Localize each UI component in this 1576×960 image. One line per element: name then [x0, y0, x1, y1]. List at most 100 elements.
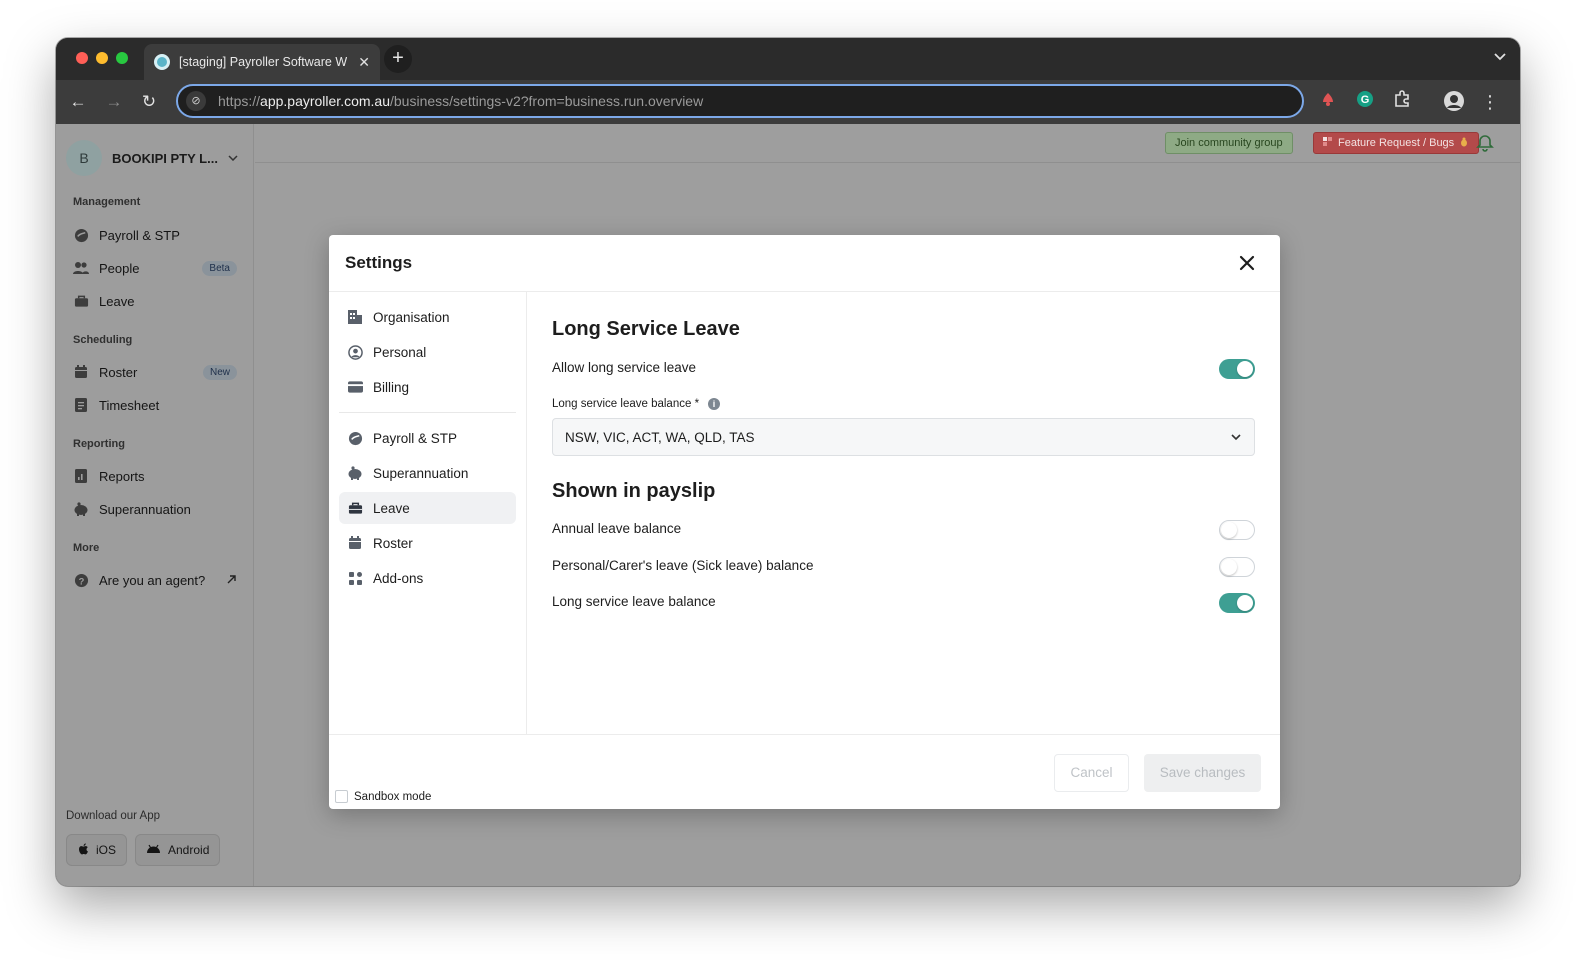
settings-modal: Settings Organisation Personal Billing P… — [329, 235, 1280, 809]
address-bar[interactable]: ⊘ https://app.payroller.com.au/business/… — [176, 84, 1304, 118]
toggle-knob — [1237, 361, 1253, 377]
android-download-button[interactable]: Android — [135, 834, 221, 866]
ios-download-button[interactable]: iOS — [66, 834, 128, 866]
beta-badge: Beta — [202, 260, 237, 276]
settings-nav-organisation[interactable]: Organisation — [339, 301, 516, 333]
sandbox-mode-option[interactable]: Sandbox mode — [335, 790, 431, 803]
briefcase-icon — [347, 500, 363, 516]
forward-arrow-icon[interactable]: → — [100, 88, 128, 116]
section-scheduling: Scheduling — [73, 334, 133, 346]
maximize-window-button[interactable] — [116, 52, 128, 64]
svg-text:G: G — [1361, 94, 1370, 106]
sandbox-checkbox[interactable] — [335, 790, 348, 803]
chevron-down-icon — [228, 152, 238, 164]
business-name: BOOKIPI PTY L... — [112, 150, 218, 166]
annual-leave-toggle[interactable] — [1219, 520, 1255, 540]
cancel-button[interactable]: Cancel — [1054, 754, 1129, 792]
settings-nav-divider — [339, 412, 516, 413]
sidebar-item-label: Roster — [99, 364, 138, 380]
sidebar-item-agent[interactable]: ? Are you an agent? — [73, 566, 237, 594]
business-avatar: B — [66, 140, 102, 176]
balance-field-label: Long service leave balance * i — [552, 398, 721, 410]
sidebar-item-superannuation[interactable]: Superannuation — [73, 495, 237, 523]
allow-long-service-toggle[interactable] — [1219, 359, 1255, 379]
profile-avatar-icon[interactable] — [1442, 90, 1466, 114]
apple-icon — [77, 842, 89, 859]
long-service-balance-select[interactable]: NSW, VIC, ACT, WA, QLD, TAS — [552, 418, 1255, 456]
settings-nav-label: Superannuation — [373, 465, 469, 481]
sidebar-item-label: People — [99, 260, 140, 276]
extensions-puzzle-icon[interactable] — [1390, 90, 1414, 114]
app-area: B BOOKIPI PTY L... Management Payroll & … — [56, 124, 1520, 886]
select-value: NSW, VIC, ACT, WA, QLD, TAS — [565, 429, 755, 445]
sidebar-item-label: Payroll & STP — [99, 227, 180, 243]
browser-menu-icon[interactable]: ⋮ — [1478, 90, 1502, 114]
section-reporting: Reporting — [73, 438, 125, 450]
tab-strip: [staging] Payroller Software W ✕ + — [56, 38, 1520, 80]
sidebar-item-people[interactable]: People Beta — [73, 254, 237, 282]
settings-nav-leave[interactable]: Leave — [339, 492, 516, 524]
timesheet-icon — [73, 397, 89, 413]
sandbox-label: Sandbox mode — [354, 790, 432, 803]
people-icon — [73, 260, 89, 276]
save-changes-button[interactable]: Save changes — [1144, 754, 1261, 792]
sidebar-item-roster[interactable]: Roster New — [73, 358, 237, 386]
user-circle-icon — [347, 344, 363, 360]
minimize-window-button[interactable] — [96, 52, 108, 64]
payslip-heading: Shown in payslip — [552, 480, 716, 502]
settings-nav-label: Billing — [373, 379, 410, 395]
report-icon — [73, 468, 89, 484]
toggle-knob — [1221, 559, 1237, 575]
personal-leave-toggle[interactable] — [1219, 557, 1255, 577]
long-service-balance-toggle[interactable] — [1219, 593, 1255, 613]
annual-leave-label: Annual leave balance — [552, 521, 682, 536]
modal-footer: Sandbox mode Cancel Save changes — [329, 734, 1280, 809]
reload-icon[interactable]: ↻ — [135, 88, 163, 116]
tab-title: [staging] Payroller Software W — [179, 55, 347, 69]
settings-nav-roster[interactable]: Roster — [339, 527, 516, 559]
settings-nav-label: Roster — [373, 535, 413, 551]
calendar-icon — [73, 364, 89, 380]
business-switcher[interactable]: B BOOKIPI PTY L... — [66, 140, 238, 176]
android-label: Android — [168, 843, 210, 857]
sidebar-item-label: Timesheet — [99, 397, 160, 413]
close-window-button[interactable] — [76, 52, 88, 64]
calendar-icon — [347, 535, 363, 551]
info-icon[interactable]: i — [708, 398, 721, 410]
grammarly-icon[interactable]: G — [1353, 90, 1377, 114]
join-community-button[interactable]: Join community group — [1165, 132, 1293, 154]
briefcase-icon — [73, 293, 89, 309]
settings-nav-addons[interactable]: Add-ons — [339, 562, 516, 594]
toggle-knob — [1237, 595, 1253, 611]
download-app-title: Download our App — [66, 810, 160, 822]
browser-tab[interactable]: [staging] Payroller Software W ✕ — [144, 44, 380, 80]
section-management: Management — [73, 196, 141, 208]
settings-nav-label: Organisation — [373, 309, 450, 325]
long-service-heading: Long Service Leave — [552, 318, 740, 340]
settings-nav-payroll[interactable]: Payroll & STP — [339, 422, 516, 454]
browser-window: [staging] Payroller Software W ✕ + ← → ↻… — [56, 38, 1520, 886]
toggle-knob — [1221, 522, 1237, 538]
topbar-divider — [255, 162, 1520, 163]
site-info-icon[interactable]: ⊘ — [186, 91, 206, 111]
sidebar-item-label: Reports — [99, 468, 145, 484]
back-arrow-icon[interactable]: ← — [64, 88, 92, 116]
piggy-bank-icon — [73, 501, 89, 517]
settings-nav-label: Leave — [373, 500, 410, 516]
sidebar-item-payroll[interactable]: Payroll & STP — [73, 221, 237, 249]
close-icon[interactable] — [1236, 252, 1258, 274]
settings-nav-personal[interactable]: Personal — [339, 336, 516, 368]
sidebar-item-reports[interactable]: Reports — [73, 462, 237, 490]
tab-close-icon[interactable]: ✕ — [358, 54, 370, 71]
sidebar: B BOOKIPI PTY L... Management Payroll & … — [56, 124, 254, 886]
bell-icon[interactable] — [1476, 134, 1494, 152]
feature-request-button[interactable]: Feature Request / Bugs — [1313, 132, 1480, 154]
tab-search-chevron-icon[interactable] — [1494, 50, 1506, 64]
extension-red-icon[interactable] — [1316, 90, 1340, 114]
sidebar-item-timesheet[interactable]: Timesheet — [73, 391, 237, 419]
sidebar-item-leave[interactable]: Leave — [73, 287, 237, 315]
settings-nav-billing[interactable]: Billing — [339, 371, 516, 403]
bug-icon — [1459, 137, 1469, 150]
settings-nav-superannuation[interactable]: Superannuation — [339, 457, 516, 489]
new-tab-button[interactable]: + — [384, 45, 412, 73]
